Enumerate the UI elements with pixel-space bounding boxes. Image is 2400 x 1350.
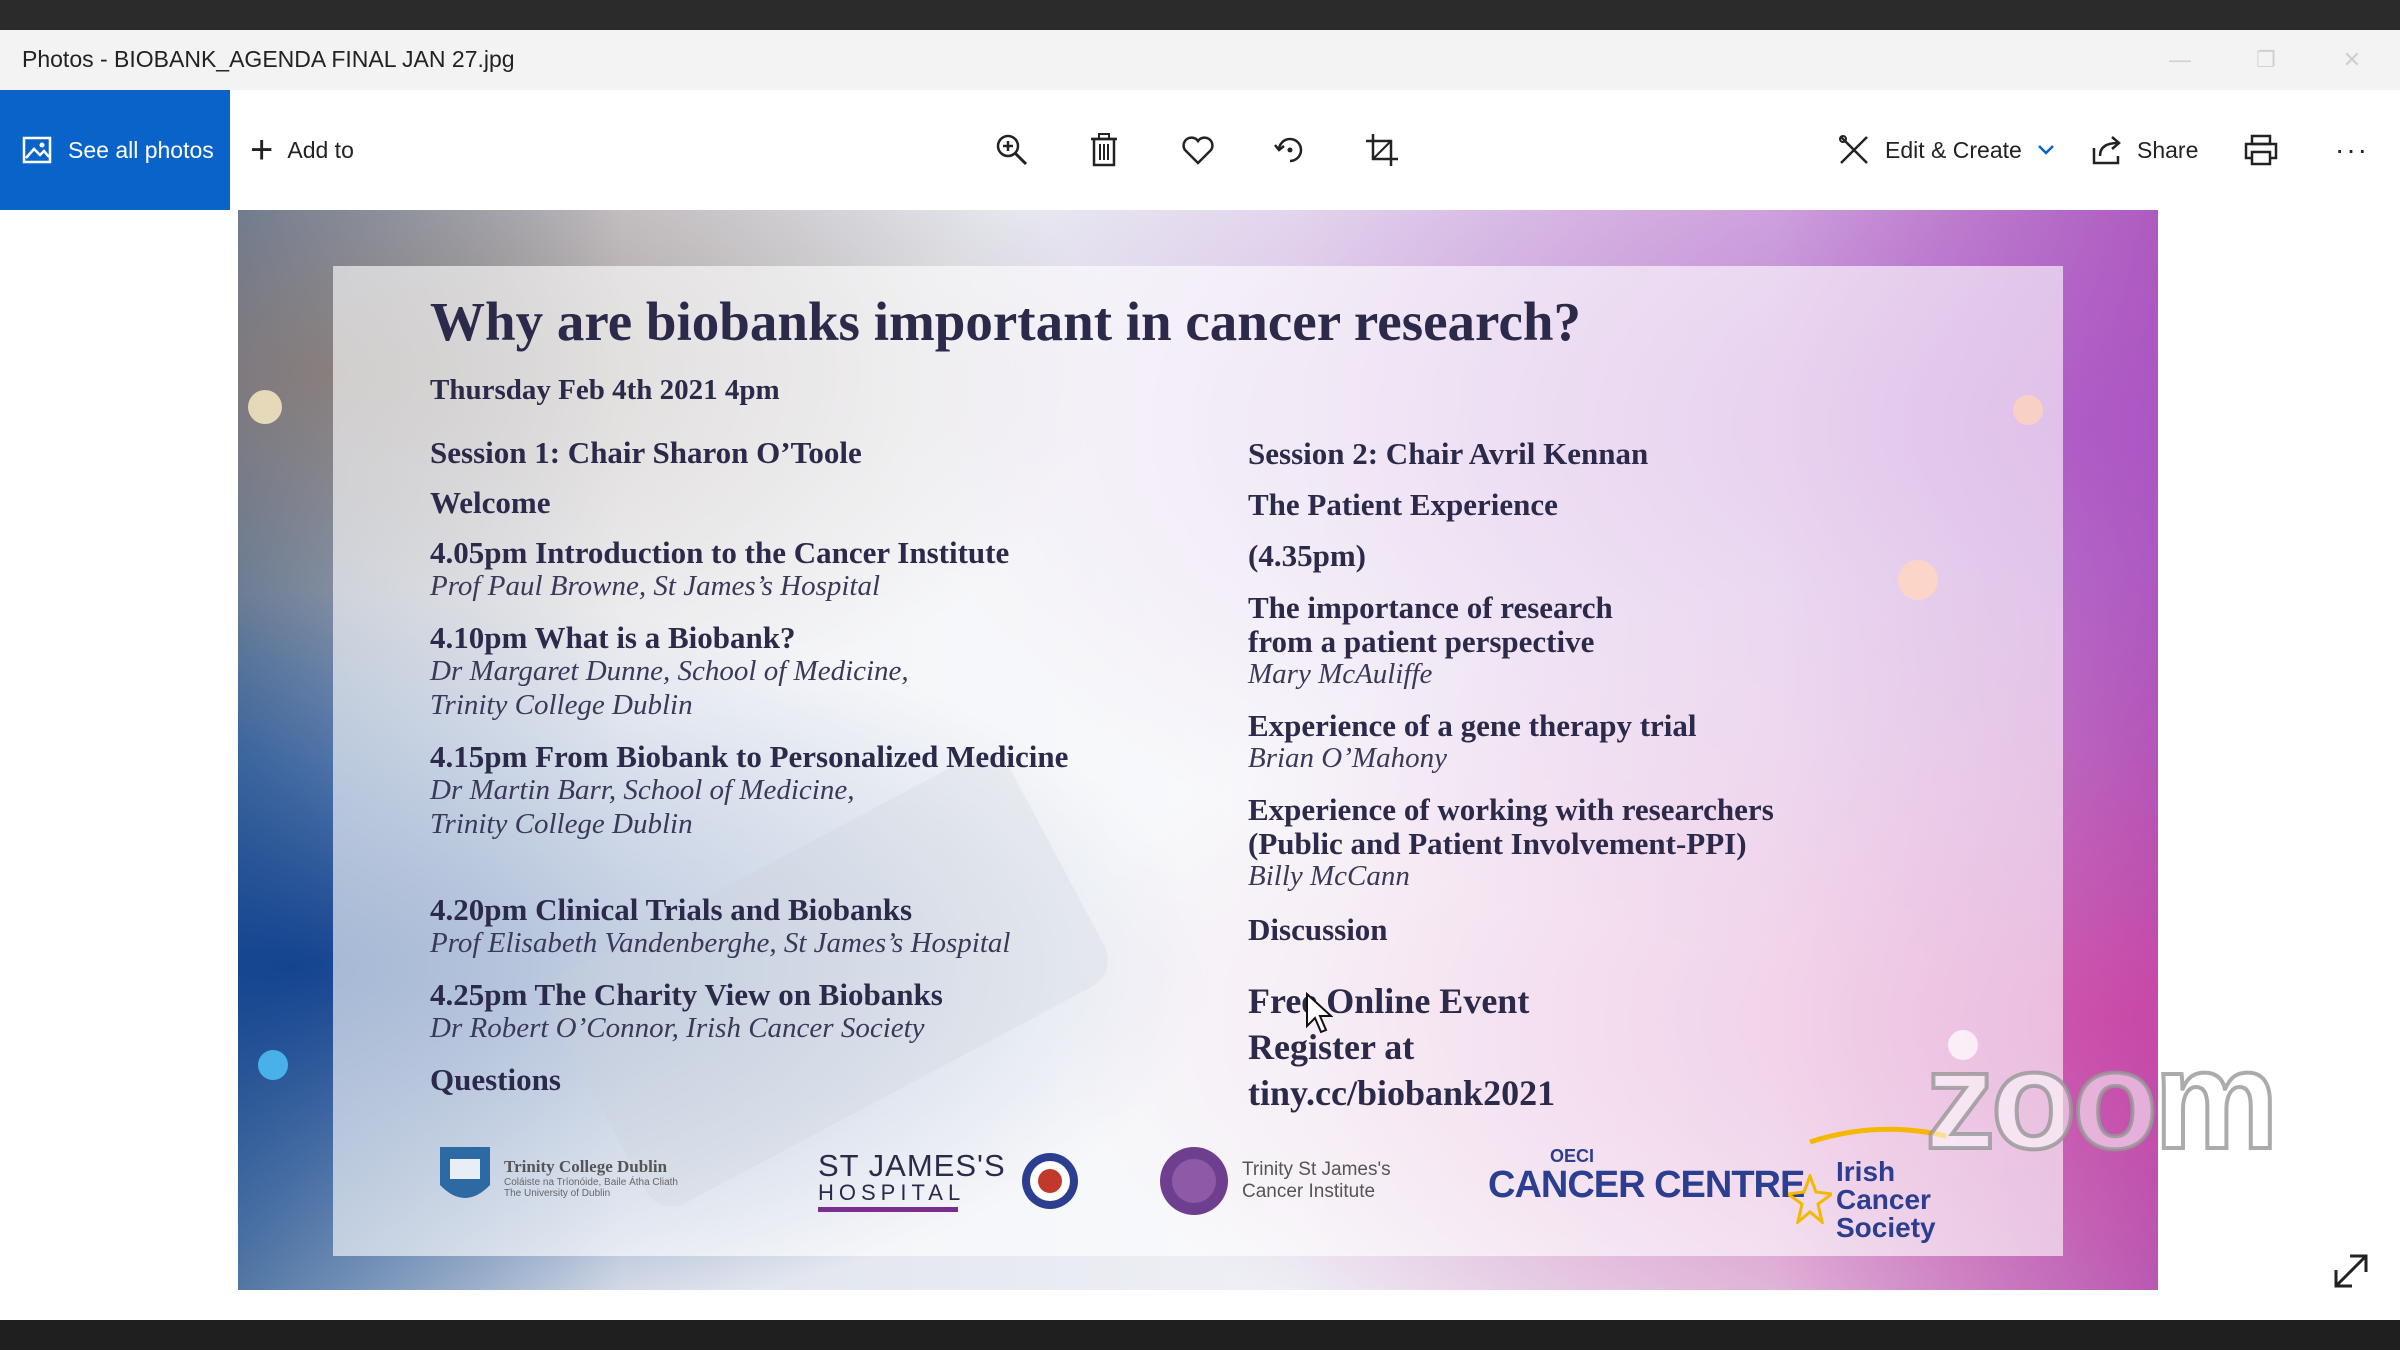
agenda-item-speaker: Dr Martin Barr, School of Medicine, bbox=[430, 774, 855, 806]
event-info-line: Free Online Event bbox=[1248, 981, 1530, 1021]
agenda-date: Thursday Feb 4th 2021 4pm bbox=[430, 374, 780, 406]
rotate-icon[interactable] bbox=[1266, 126, 1314, 174]
sjh-line1: ST JAMES'S bbox=[818, 1148, 1006, 1183]
agenda-item-title: 4.10pm What is a Biobank? bbox=[430, 620, 796, 655]
agenda-item-title: (Public and Patient Involvement-PPI) bbox=[1248, 826, 1747, 861]
oeci-big: CANCER CENTRE bbox=[1488, 1164, 1805, 1206]
bokeh-light bbox=[248, 390, 282, 424]
tcd-irish-name: Coláiste na Tríonóide, Baile Átha Cliath bbox=[504, 1177, 678, 1188]
ics-line1: Irish bbox=[1836, 1156, 1896, 1187]
agenda-item-speaker: Prof Elisabeth Vandenberghe, St James’s … bbox=[430, 927, 1011, 959]
cancer-cell-icon bbox=[1160, 1147, 1228, 1215]
tsci-line2: Cancer Institute bbox=[1242, 1181, 1376, 1202]
zoom-in-icon[interactable] bbox=[988, 126, 1036, 174]
session1-heading: Session 1: Chair Sharon O’Toole bbox=[430, 435, 862, 470]
photos-icon bbox=[22, 136, 52, 164]
ics-line3: Society bbox=[1836, 1212, 1936, 1243]
agenda-item-title: The importance of research bbox=[1248, 590, 1613, 625]
agenda-item-title: Experience of a gene therapy trial bbox=[1248, 708, 1697, 743]
close-icon[interactable]: ✕ bbox=[2322, 40, 2382, 80]
photos-app-window: Photos - BIOBANK_AGENDA FINAL JAN 27.jpg… bbox=[0, 30, 2400, 1320]
sjh-seal-icon bbox=[1021, 1153, 1078, 1210]
daffodil-icon bbox=[1788, 1174, 1832, 1224]
agenda-item-speaker: Dr Robert O’Connor, Irish Cancer Society bbox=[430, 1012, 925, 1044]
window-title: Photos - BIOBANK_AGENDA FINAL JAN 27.jpg bbox=[22, 46, 515, 72]
irish-cancer-society-logo: Irish Cancer Society bbox=[1788, 1126, 1947, 1243]
agenda-item-speaker: Dr Margaret Dunne, School of Medicine, bbox=[430, 655, 909, 687]
session2-subheading: The Patient Experience bbox=[1248, 487, 1558, 522]
session2-heading: Session 2: Chair Avril Kennan bbox=[1248, 436, 1649, 471]
st-james-hospital-logo: ST JAMES'S HOSPITAL bbox=[818, 1148, 1080, 1213]
os-top-strip bbox=[0, 0, 2400, 30]
tsci-logo: Trinity St James's Cancer Institute bbox=[1158, 1145, 1391, 1217]
agenda-item-title: 4.20pm Clinical Trials and Biobanks bbox=[430, 892, 913, 927]
sjh-underline bbox=[818, 1207, 958, 1213]
crop-icon[interactable] bbox=[1358, 126, 1406, 174]
agenda-item-affiliation: Trinity College Dublin bbox=[430, 689, 693, 721]
tcd-university: The University of Dublin bbox=[504, 1188, 611, 1199]
sjh-line2: HOSPITAL bbox=[818, 1180, 966, 1205]
agenda-image: Why are biobanks important in cancer res… bbox=[238, 210, 2158, 1290]
edit-create-button[interactable]: Edit & Create bbox=[1885, 90, 2056, 210]
add-to-label: Add to bbox=[287, 136, 354, 163]
see-all-photos-button[interactable]: See all photos bbox=[0, 90, 230, 210]
maximize-icon[interactable]: ❐ bbox=[2236, 40, 2296, 80]
registration-link-text: tiny.cc/biobank2021 bbox=[1248, 1073, 1556, 1113]
mouse-cursor-icon bbox=[1306, 992, 1333, 1034]
agenda-item-title: 4.25pm The Charity View on Biobanks bbox=[430, 977, 943, 1012]
agenda-item-speaker: Billy McCann bbox=[1248, 860, 1410, 892]
agenda-title: Why are biobanks important in cancer res… bbox=[430, 291, 1581, 352]
plus-icon: + bbox=[250, 128, 274, 172]
session2-discussion: Discussion bbox=[1248, 912, 1388, 947]
more-icon[interactable]: ··· bbox=[2335, 90, 2369, 210]
see-all-photos-label: See all photos bbox=[68, 136, 214, 163]
os-bottom-strip bbox=[0, 1320, 2400, 1350]
tcd-name: Trinity College Dublin bbox=[504, 1157, 668, 1176]
share-button[interactable]: Share bbox=[2137, 90, 2198, 210]
tcd-logo: Trinity College Dublin Coláiste na Tríon… bbox=[438, 1145, 678, 1211]
session1-welcome: Welcome bbox=[430, 485, 551, 520]
edit-create-label: Edit & Create bbox=[1885, 136, 2022, 163]
agenda-item-speaker: Mary McAuliffe bbox=[1248, 658, 1433, 690]
print-icon[interactable] bbox=[2237, 126, 2285, 174]
agenda-item-title: from a patient perspective bbox=[1248, 624, 1595, 659]
edit-create-icon bbox=[1830, 126, 1878, 174]
agenda-item-affiliation: Trinity College Dublin bbox=[430, 808, 693, 840]
chevron-down-icon bbox=[2037, 145, 2054, 155]
favorite-icon[interactable] bbox=[1174, 126, 1222, 174]
agenda-item-title: Experience of working with researchers bbox=[1248, 792, 1774, 827]
share-label: Share bbox=[2137, 136, 2199, 163]
agenda-item-speaker: Brian O’Mahony bbox=[1248, 742, 1447, 774]
bokeh-light bbox=[258, 1050, 288, 1080]
fullscreen-icon[interactable] bbox=[2330, 1250, 2372, 1292]
agenda-item-title: 4.15pm From Biobank to Personalized Medi… bbox=[430, 739, 1069, 774]
add-to-button[interactable]: + Add to bbox=[250, 90, 354, 210]
oeci-cancer-centre-logo: OECI CANCER CENTRE bbox=[1488, 1146, 1805, 1216]
session2-time: (4.35pm) bbox=[1248, 538, 1366, 573]
tcd-crest-icon bbox=[440, 1147, 490, 1198]
ics-line2: Cancer bbox=[1836, 1184, 1931, 1215]
session1-questions: Questions bbox=[430, 1062, 561, 1097]
zoom-watermark: zoom bbox=[1923, 1021, 2281, 1178]
share-icon bbox=[2083, 126, 2131, 174]
delete-icon[interactable] bbox=[1080, 126, 1128, 174]
tsci-line1: Trinity St James's bbox=[1242, 1159, 1391, 1180]
minimize-icon[interactable]: — bbox=[2150, 40, 2210, 80]
toolbar: See all photos + Add to Edit & Create Sh… bbox=[0, 90, 2400, 210]
agenda-item-speaker: Prof Paul Browne, St James’s Hospital bbox=[430, 570, 881, 602]
agenda-item-title: 4.05pm Introduction to the Cancer Instit… bbox=[430, 535, 1010, 570]
title-bar: Photos - BIOBANK_AGENDA FINAL JAN 27.jpg… bbox=[0, 30, 2400, 90]
